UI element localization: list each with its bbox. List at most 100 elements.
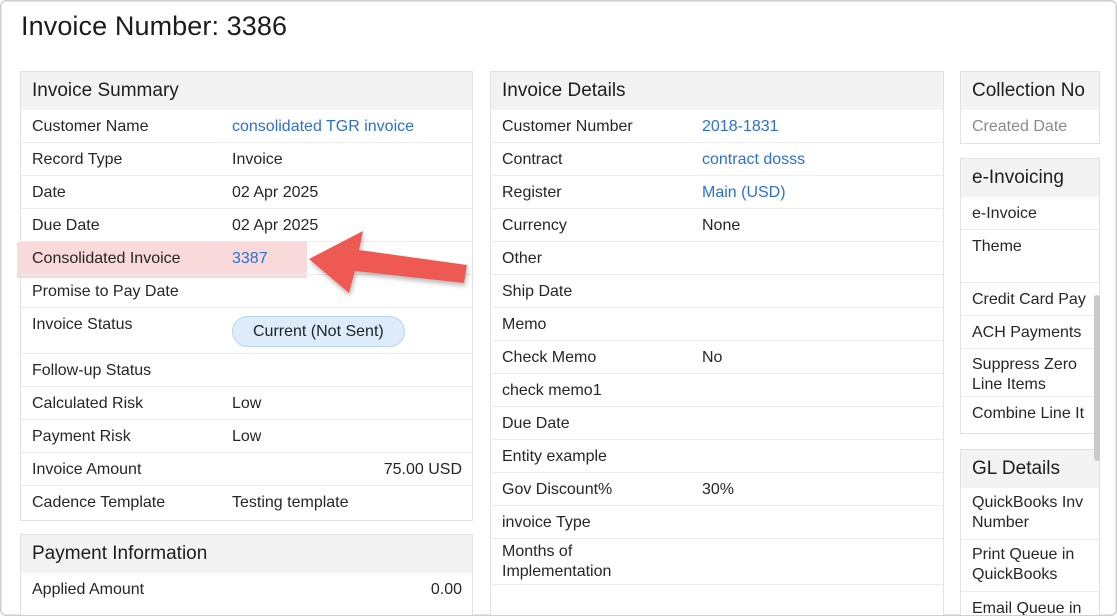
details-row-due-date: Due Date: [491, 407, 943, 440]
summary-value: Low: [232, 428, 262, 445]
details-label: Months of Implementation: [502, 543, 612, 580]
details-row-contract: Contract contract dosss: [491, 143, 943, 176]
details-label: Other: [502, 250, 543, 267]
e-invoicing-panel: e-Invoicing e-Invoice Theme Credit Card …: [960, 158, 1100, 434]
page-title: Invoice Number: 3386: [21, 11, 288, 41]
summary-label: Record Type: [32, 151, 123, 168]
summary-row-calculated-risk: Calculated Risk Low: [21, 387, 472, 420]
payment-label: Applied Amount: [32, 581, 145, 598]
invoice-summary-header: Invoice Summary: [21, 72, 472, 110]
payment-information-panel: Payment Information Applied Amount 0.00: [20, 534, 473, 615]
details-row-check-memo: Check Memo No: [491, 341, 943, 374]
e-invoicing-row: Credit Card Pay: [961, 283, 1099, 316]
gl-details-row: Print Queue in QuickBooks: [961, 540, 1099, 592]
collection-notes-panel: Collection No Created Date: [960, 71, 1100, 144]
summary-label: Date: [32, 184, 66, 201]
summary-value: Invoice: [232, 151, 283, 168]
gl-details-panel: GL Details QuickBooks Inv Number Print Q…: [960, 449, 1100, 616]
details-label: Due Date: [502, 415, 570, 432]
payment-information-header: Payment Information: [21, 535, 472, 573]
summary-label: Invoice Amount: [32, 461, 142, 478]
summary-value: Testing template: [232, 494, 349, 511]
summary-row-follow-up-status: Follow-up Status: [21, 354, 472, 387]
details-label: Contract: [502, 151, 563, 168]
summary-row-customer-name: Customer Name consolidated TGR invoice: [21, 110, 472, 143]
details-label: check memo1: [502, 382, 602, 399]
invoice-page: Invoice Number: 3386 Invoice Summary Cus…: [0, 0, 1117, 616]
collection-notes-column-header: Created Date: [961, 110, 1099, 143]
e-invoicing-row: ACH Payments: [961, 316, 1099, 349]
e-invoicing-row: Combine Line It: [961, 397, 1099, 430]
register-link[interactable]: Main (USD): [702, 176, 786, 209]
summary-value: Low: [232, 395, 262, 412]
customer-number-link[interactable]: 2018-1831: [702, 110, 779, 143]
gl-details-header: GL Details: [961, 450, 1099, 488]
details-label: Register: [502, 184, 562, 201]
details-value: None: [702, 217, 741, 234]
details-label: Memo: [502, 316, 547, 333]
details-row-entity-example: Entity example: [491, 440, 943, 473]
e-invoicing-label: e-Invoice: [972, 205, 1037, 222]
e-invoicing-row: e-Invoice: [961, 197, 1099, 230]
details-row-memo: Memo: [491, 308, 943, 341]
contract-link[interactable]: contract dosss: [702, 143, 805, 176]
gl-details-label: Print Queue in QuickBooks: [972, 546, 1075, 583]
created-date-column: Created Date: [972, 118, 1068, 135]
details-row-gov-discount: Gov Discount% 30%: [491, 473, 943, 506]
summary-label: Payment Risk: [32, 428, 131, 445]
e-invoicing-header: e-Invoicing: [961, 159, 1099, 197]
summary-row-payment-risk: Payment Risk Low: [21, 420, 472, 453]
details-label: Gov Discount%: [502, 481, 613, 498]
e-invoicing-label: Theme: [972, 238, 1022, 255]
gl-details-row: QuickBooks Inv Number: [961, 488, 1099, 540]
details-label: Check Memo: [502, 349, 597, 366]
summary-value: 02 Apr 2025: [232, 184, 319, 201]
details-value: 30%: [702, 481, 735, 498]
e-invoicing-row: Suppress Zero Line Items: [961, 349, 1099, 397]
consolidated-invoice-link[interactable]: 3387: [232, 242, 268, 275]
e-invoicing-label: ACH Payments: [972, 324, 1082, 341]
invoice-details-header: Invoice Details: [491, 72, 943, 110]
red-arrow-annotation: [309, 231, 467, 293]
vertical-scrollbar[interactable]: [1094, 295, 1100, 461]
details-row-register: Register Main (USD): [491, 176, 943, 209]
summary-row-date: Date 02 Apr 2025: [21, 176, 472, 209]
summary-label: Customer Name: [32, 118, 149, 135]
summary-label: Follow-up Status: [32, 362, 152, 379]
summary-label: Cadence Template: [32, 494, 166, 511]
details-label: Entity example: [502, 448, 607, 465]
details-label: Currency: [502, 217, 567, 234]
details-value: No: [702, 349, 723, 366]
details-row-ship-date: Ship Date: [491, 275, 943, 308]
details-label: invoice Type: [502, 514, 591, 531]
details-label: Ship Date: [502, 283, 573, 300]
customer-name-link[interactable]: consolidated TGR invoice: [232, 110, 414, 143]
gl-details-label: QuickBooks Inv Number: [972, 494, 1084, 531]
summary-row-invoice-status: Invoice Status Current (Not Sent): [21, 308, 472, 354]
details-row-months-of-implementation: Months of Implementation: [491, 539, 943, 585]
details-row-currency: Currency None: [491, 209, 943, 242]
e-invoicing-row: Theme: [961, 230, 1099, 283]
e-invoicing-label: Combine Line It: [972, 405, 1085, 422]
summary-label: Consolidated Invoice: [32, 250, 181, 267]
summary-label: Invoice Status: [32, 316, 133, 333]
details-row-other: Other: [491, 242, 943, 275]
gl-details-label: Email Queue in: [972, 600, 1082, 616]
summary-label: Due Date: [32, 217, 100, 234]
e-invoicing-label: Credit Card Pay: [972, 291, 1086, 308]
status-badge: Current (Not Sent): [232, 316, 405, 347]
details-row-check-memo1: check memo1: [491, 374, 943, 407]
summary-value: Current (Not Sent): [232, 308, 405, 347]
details-row-invoice-type: invoice Type: [491, 506, 943, 539]
summary-row-record-type: Record Type Invoice: [21, 143, 472, 176]
details-label: Customer Number: [502, 118, 633, 135]
details-row-customer-number: Customer Number 2018-1831: [491, 110, 943, 143]
collection-notes-header: Collection No: [961, 72, 1099, 110]
e-invoicing-label: Suppress Zero Line Items: [972, 356, 1077, 393]
gl-details-row: Email Queue in: [961, 592, 1099, 616]
summary-value: 75.00 USD: [383, 461, 462, 478]
summary-row-invoice-amount: Invoice Amount 75.00 USD: [21, 453, 472, 486]
payment-value: 0.00: [430, 581, 462, 598]
summary-label: Promise to Pay Date: [32, 283, 179, 300]
summary-row-cadence-template: Cadence Template Testing template: [21, 486, 472, 519]
